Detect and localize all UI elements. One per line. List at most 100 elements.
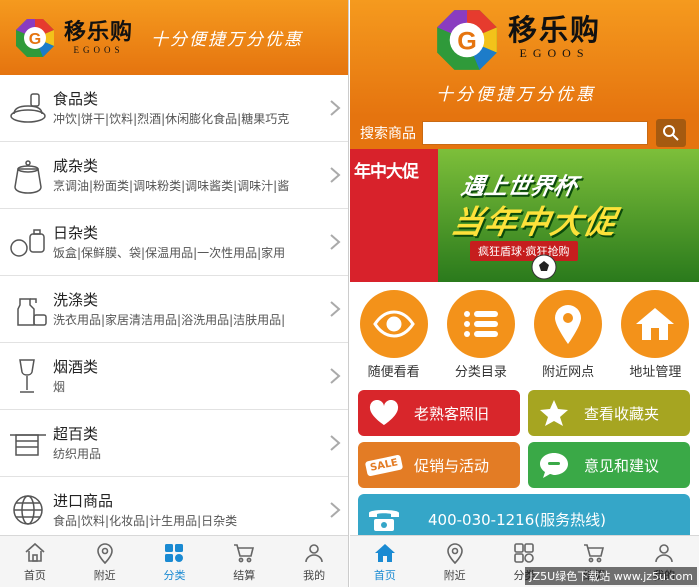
category-item-tobacco-wine[interactable]: 烟酒类 烟: [0, 343, 348, 410]
quick-browse[interactable]: 随便看看: [350, 290, 437, 380]
quick-label: 地址管理: [629, 365, 682, 380]
category-subtitle: 饭盒|保鲜膜、袋|保温用品|一次性用品|家用: [53, 246, 286, 260]
location-pin-icon: [446, 542, 463, 564]
watermark: JZ5U绿色下载站 www.jz5u.com: [525, 567, 697, 585]
slogan: 十分便捷万分优惠: [151, 30, 304, 50]
category-title: 食品类: [53, 90, 99, 108]
category-list: 食品类 冲饮|饼干|饮料|烈酒|休闲膨化食品|糖果巧克 咸杂类 烹调油|粉面类|…: [0, 75, 348, 544]
tile-label: 意见和建议: [584, 456, 660, 475]
chevron-right-icon: [330, 100, 341, 116]
category-title: 进口商品: [53, 492, 114, 510]
chevron-right-icon: [330, 368, 341, 384]
tab-categories[interactable]: 分类: [140, 536, 210, 587]
food-jar-icon: [10, 93, 46, 123]
towel-rack-icon: [10, 434, 46, 456]
category-subtitle: 食品|饮料|化妆品|计生用品|日杂类: [53, 514, 238, 528]
old-customer-tile[interactable]: 老熟客照旧: [358, 390, 520, 436]
svg-text:G: G: [457, 27, 477, 55]
search-icon: [663, 124, 679, 141]
chevron-right-icon: [330, 301, 341, 317]
tab-label: 首页: [23, 568, 46, 582]
star-icon: [540, 400, 568, 426]
banner-ribbon: 疯狂盾球·疯狂抢购: [470, 241, 578, 261]
category-subtitle: 烹调油|粉面类|调味粉类|调味酱类|调味汁|酱: [53, 179, 290, 193]
banner-headline-main: 当年中大促: [448, 203, 621, 241]
search-button[interactable]: [656, 118, 686, 147]
tile-label: 促销与活动: [414, 456, 490, 475]
banner-left-panel: 年中大促: [350, 149, 438, 282]
category-item-food[interactable]: 食品类 冲饮|饼干|饮料|烈酒|休闲膨化食品|糖果巧克: [0, 75, 348, 142]
tab-home[interactable]: 首页: [0, 536, 70, 587]
tab-label: 首页: [373, 568, 396, 582]
category-item-general[interactable]: 超百类 纺织用品: [0, 410, 348, 477]
category-item-household[interactable]: 日杂类 饭盒|保鲜膜、袋|保温用品|一次性用品|家用: [0, 209, 348, 276]
cart-icon: [234, 543, 255, 562]
tile-label: 老熟客照旧: [414, 404, 490, 423]
category-subtitle: 纺织用品: [53, 447, 102, 461]
user-icon: [655, 543, 673, 562]
grid-icon: [514, 542, 535, 563]
chevron-right-icon: [330, 167, 341, 183]
quick-label: 附近网点: [542, 365, 595, 380]
search-label: 搜索商品: [360, 125, 416, 142]
favorites-tile[interactable]: 查看收藏夹: [528, 390, 690, 436]
hotline-text: 400-030-1216(服务热线): [428, 510, 606, 529]
promotions-tile[interactable]: SALE 促销与活动: [358, 442, 520, 488]
category-title: 日杂类: [53, 224, 99, 242]
home-icon: [636, 308, 675, 340]
tab-nearby[interactable]: 附近: [420, 536, 490, 587]
chevron-right-icon: [330, 502, 341, 518]
tab-nearby[interactable]: 附近: [70, 536, 140, 587]
wine-glass-icon: [19, 359, 35, 393]
globe-icon: [13, 495, 43, 525]
svg-text:G: G: [29, 31, 41, 48]
tab-mine[interactable]: 我的: [279, 536, 348, 587]
tab-label: 结算: [233, 568, 256, 582]
egoos-logo: G: [14, 17, 56, 59]
brand-name: 移乐购: [508, 13, 602, 47]
category-screen: G 移乐购 EGOOS 十分便捷万分优惠 食品类 冲饮|饼干|饮料|烈酒|休闲膨…: [0, 0, 349, 587]
tab-label: 附近: [443, 568, 466, 582]
slogan: 十分便捷万分优惠: [436, 85, 596, 105]
chevron-right-icon: [330, 234, 341, 250]
tab-label: 我的: [303, 568, 326, 582]
user-icon: [305, 543, 323, 562]
soccer-ball-icon: [531, 254, 557, 280]
quick-label: 随便看看: [367, 365, 420, 380]
quick-address[interactable]: 地址管理: [612, 290, 699, 380]
category-title: 咸杂类: [53, 157, 99, 175]
heart-icon: [369, 400, 399, 425]
sale-tag: SALE: [364, 453, 404, 477]
category-subtitle: 烟: [53, 380, 66, 394]
list-icon: [463, 311, 498, 337]
grid-icon: [165, 543, 184, 562]
promo-banner[interactable]: 年中大促 遇上世界杯 当年中大促 疯狂盾球·疯狂抢购: [350, 149, 699, 282]
category-item-imported[interactable]: 进口商品 食品|饮料|化妆品|计生用品|日杂类: [0, 477, 348, 544]
brand-sub: EGOOS: [73, 44, 124, 55]
feedback-tile[interactable]: 意见和建议: [528, 442, 690, 488]
tab-label: 附近: [93, 568, 116, 582]
header: G 移乐购 EGOOS 十分便捷万分优惠: [0, 0, 348, 75]
category-item-condiments[interactable]: 咸杂类 烹调油|粉面类|调味粉类|调味酱类|调味汁|酱: [0, 142, 348, 209]
category-item-cleaning[interactable]: 洗涤类 洗衣用品|家居清洁用品|浴洗用品|洁肤用品|: [0, 276, 348, 343]
banner-left-text: 年中大促: [354, 162, 419, 182]
sale-tag-icon: SALE: [364, 453, 404, 477]
search-bar: 搜索商品: [350, 116, 699, 149]
quick-label: 分类目录: [454, 365, 507, 380]
spray-bottle-icon: [17, 298, 47, 326]
category-subtitle: 冲饮|饼干|饮料|烈酒|休闲膨化食品|糖果巧克: [53, 112, 290, 126]
location-pin-icon: [96, 542, 113, 564]
quick-catalog[interactable]: 分类目录: [437, 290, 524, 380]
cart-icon: [584, 543, 605, 562]
category-title: 超百类: [53, 425, 99, 443]
kitchenware-icon: [10, 229, 45, 257]
tab-home[interactable]: 首页: [350, 536, 420, 587]
brand-sub: EGOOS: [519, 46, 590, 60]
tab-checkout[interactable]: 结算: [209, 536, 279, 587]
chevron-right-icon: [330, 435, 341, 451]
category-title: 烟酒类: [53, 358, 99, 376]
search-input[interactable]: [422, 120, 648, 145]
quick-nearby[interactable]: 附近网点: [525, 290, 612, 380]
brand-name: 移乐购: [64, 19, 134, 45]
eye-icon: [372, 310, 415, 338]
